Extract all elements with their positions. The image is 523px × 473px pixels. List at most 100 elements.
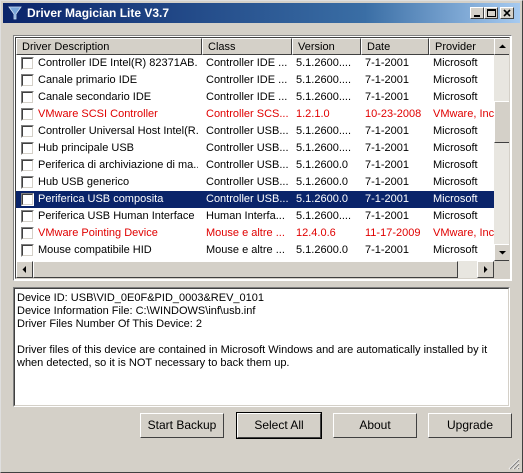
cell-date: 7-1-2001 <box>365 142 410 154</box>
cell-provider: Microsoft <box>433 210 478 222</box>
table-row[interactable]: Controller IDE Intel(R) 82371AB... Contro… <box>16 55 494 72</box>
arrow-left-icon <box>22 266 26 273</box>
cell-version: 5.1.2600.... <box>296 125 352 137</box>
cell-date: 7-1-2001 <box>365 244 410 256</box>
maximize-button[interactable] <box>484 7 498 19</box>
cell-description: Hub USB generico <box>38 176 130 188</box>
row-checkbox[interactable] <box>21 193 34 206</box>
table-row[interactable]: Periferica di archiviazione di ma... Cont… <box>16 157 494 174</box>
column-header-version[interactable]: Version <box>292 38 361 55</box>
cell-class: Controller IDE ... <box>206 91 288 103</box>
cell-version: 5.1.2600.... <box>296 57 352 69</box>
resize-grip-icon[interactable] <box>508 458 520 470</box>
list-rows: Controller IDE Intel(R) 82371AB... Contro… <box>16 55 494 261</box>
scroll-down-button[interactable] <box>494 244 509 261</box>
cell-version: 5.1.2600.0 <box>296 193 348 205</box>
cell-class: Controller USB... <box>206 142 289 154</box>
row-checkbox[interactable] <box>21 74 34 87</box>
title-bar[interactable]: Driver Magician Lite V3.7 <box>3 3 520 23</box>
scroll-up-button[interactable] <box>494 38 509 55</box>
cell-description: Periferica di archiviazione di ma... <box>38 159 198 171</box>
row-checkbox[interactable] <box>21 108 34 121</box>
vertical-scroll-thumb[interactable] <box>494 101 509 143</box>
scroll-corner <box>494 261 509 278</box>
cell-provider: Microsoft <box>433 159 478 171</box>
column-header-class[interactable]: Class <box>202 38 292 55</box>
row-checkbox[interactable] <box>21 125 34 138</box>
device-note-text: Driver files of this device are containe… <box>17 344 488 369</box>
cell-date: 7-1-2001 <box>365 57 410 69</box>
arrow-up-icon <box>499 44 506 48</box>
cell-date: 7-1-2001 <box>365 210 410 222</box>
table-row[interactable]: VMware SCSI Controller Controller SCS... 1… <box>16 106 494 123</box>
cell-version: 5.1.2600.0 <box>296 244 348 256</box>
table-row[interactable]: Periferica USB composita Controller USB..… <box>16 191 494 208</box>
row-checkbox[interactable] <box>21 91 34 104</box>
row-checkbox[interactable] <box>21 159 34 172</box>
table-row[interactable]: Canale secondario IDE Controller IDE ... 5… <box>16 89 494 106</box>
info-file-text: Device Information File: C:\WINDOWS\inf\… <box>17 305 256 317</box>
scroll-right-button[interactable] <box>477 261 494 278</box>
horizontal-scroll-thumb[interactable] <box>33 261 458 278</box>
row-checkbox[interactable] <box>21 57 34 70</box>
cell-version: 5.1.2600.... <box>296 210 352 222</box>
table-row[interactable]: Controller Universal Host Intel(R... Cont… <box>16 123 494 140</box>
cell-class: Controller USB... <box>206 159 289 171</box>
table-row[interactable]: Periferica USB Human Interface Human Inte… <box>16 208 494 225</box>
file-count-text: Driver Files Number Of This Device: 2 <box>17 318 203 330</box>
row-checkbox[interactable] <box>21 227 34 240</box>
cell-class: Controller USB... <box>206 176 289 188</box>
cell-version: 5.1.2600.0 <box>296 176 348 188</box>
row-checkbox[interactable] <box>21 244 34 257</box>
table-row[interactable]: Hub principale USB Controller USB... 5.1.2… <box>16 140 494 157</box>
table-row[interactable]: Canale primario IDE Controller IDE ... 5.1… <box>16 72 494 89</box>
cell-provider: Microsoft <box>433 125 478 137</box>
app-icon <box>8 6 22 20</box>
arrow-right-icon <box>484 266 488 273</box>
cell-description: Canale secondario IDE <box>38 91 152 103</box>
column-header-description[interactable]: Driver Description <box>16 38 202 55</box>
list-header: Driver Description Class Version Date Pr… <box>16 38 499 55</box>
cell-class: Controller IDE ... <box>206 57 288 69</box>
app-window: Driver Magician Lite V3.7 Driver Descrip… <box>0 0 523 473</box>
cell-provider: Microsoft <box>433 142 478 154</box>
cell-date: 10-23-2008 <box>365 108 422 120</box>
vertical-scrollbar[interactable] <box>494 38 509 261</box>
cell-version: 5.1.2600.... <box>296 142 352 154</box>
close-button[interactable] <box>500 7 514 19</box>
about-button[interactable]: About <box>333 413 417 438</box>
minimize-button[interactable] <box>470 7 484 19</box>
cell-class: Controller SCS... <box>206 108 289 120</box>
cell-version: 12.4.0.6 <box>296 227 336 239</box>
select-all-button[interactable]: Select All <box>236 412 322 439</box>
cell-description: Canale primario IDE <box>38 74 138 86</box>
row-checkbox[interactable] <box>21 176 34 189</box>
device-info-panel[interactable]: Device ID: USB\VID_0E0F&PID_0003&REV_010… <box>13 287 510 407</box>
cell-date: 7-1-2001 <box>365 125 410 137</box>
cell-provider: Microsoft <box>433 176 478 188</box>
cell-provider: Microsoft <box>433 74 478 86</box>
table-row[interactable]: Mouse compatibile HID Mouse e altre ... 5.… <box>16 242 494 259</box>
table-row[interactable]: Hub USB generico Controller USB... 5.1.260… <box>16 174 494 191</box>
cell-provider: Microsoft <box>433 57 478 69</box>
cell-description: Hub principale USB <box>38 142 134 154</box>
cell-description: VMware Pointing Device <box>38 227 158 239</box>
cell-class: Controller IDE ... <box>206 74 288 86</box>
close-icon <box>503 9 511 17</box>
table-row[interactable]: VMware Pointing Device Mouse e altre ... 1… <box>16 225 494 242</box>
cell-class: Human Interfa... <box>206 210 285 222</box>
column-header-date[interactable]: Date <box>361 38 429 55</box>
cell-date: 7-1-2001 <box>365 74 410 86</box>
upgrade-button[interactable]: Upgrade <box>428 413 512 438</box>
scroll-left-button[interactable] <box>16 261 33 278</box>
cell-provider: VMware, Inc. <box>433 227 494 239</box>
horizontal-scrollbar[interactable] <box>16 261 494 278</box>
column-header-provider[interactable]: Provider <box>429 38 499 55</box>
cell-version: 5.1.2600.... <box>296 74 352 86</box>
start-backup-button[interactable]: Start Backup <box>140 413 224 438</box>
cell-provider: VMware, Inc. <box>433 108 494 120</box>
cell-date: 7-1-2001 <box>365 91 410 103</box>
row-checkbox[interactable] <box>21 142 34 155</box>
row-checkbox[interactable] <box>21 210 34 223</box>
